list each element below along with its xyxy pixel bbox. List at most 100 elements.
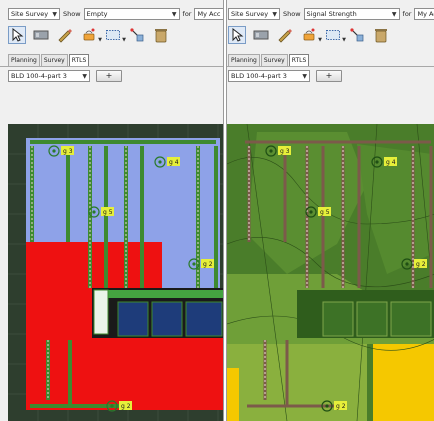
delete-tool-button[interactable]	[372, 26, 390, 44]
draw-tool-button[interactable]	[56, 26, 74, 44]
mode-select[interactable]: Site Survey ▼	[8, 8, 60, 20]
show-select[interactable]: Signal Strength ▼	[303, 8, 400, 20]
access-point-icon	[303, 28, 315, 41]
chevron-down-icon: ▼	[122, 37, 126, 43]
trash-icon	[375, 29, 387, 43]
access-point-label: g 4	[169, 159, 179, 166]
tab-survey[interactable]: Survey	[260, 54, 288, 66]
mode-select-value: Site Survey	[231, 10, 269, 18]
right-panel: Site Survey ▼ Show Signal Strength ▼ for…	[226, 0, 434, 421]
measure-tool-button[interactable]	[348, 26, 366, 44]
mode-select[interactable]: Site Survey ▼	[228, 8, 280, 20]
floor-map[interactable]: g 3 g 4 g 5 g 2 g 2	[8, 124, 223, 421]
floor-select-value: BLD 100-4-part 3	[231, 72, 287, 80]
tab-planning[interactable]: Planning	[8, 54, 40, 66]
chevron-down-icon: ▼	[272, 11, 277, 18]
access-point-label: g 4	[386, 159, 396, 166]
chevron-down-icon: ▼	[82, 73, 87, 80]
chevron-down-icon: ▼	[318, 37, 322, 43]
access-point-dot	[158, 160, 162, 164]
show-select-value: Empty	[86, 10, 108, 18]
access-point-label: g 3	[63, 148, 73, 155]
floor-controls: BLD 100-4-part 3 ▼ +	[228, 70, 342, 82]
access-point-label: g 2	[336, 403, 346, 410]
room-block	[322, 301, 354, 337]
corridor-strip	[108, 290, 223, 298]
delete-tool-button[interactable]	[152, 26, 170, 44]
chevron-down-icon: ▼	[342, 37, 346, 43]
room-block	[356, 301, 388, 337]
for-label: for	[402, 10, 412, 18]
access-point-dot	[309, 210, 313, 214]
access-point-tool-button[interactable]: ▼	[80, 26, 102, 44]
show-label: Show	[63, 10, 81, 18]
access-point-dot	[110, 404, 114, 408]
floor-select[interactable]: BLD 100-4-part 3 ▼	[228, 70, 310, 82]
rectangle-icon	[33, 30, 49, 40]
area-select-tool-button[interactable]: ▼	[324, 26, 346, 44]
dotted-rectangle-icon	[326, 30, 340, 40]
access-point-dot	[405, 262, 409, 266]
chevron-down-icon: ▼	[302, 73, 307, 80]
pencil-icon	[58, 29, 72, 43]
select-pointer-icon	[12, 28, 24, 42]
access-point-icon	[83, 28, 95, 41]
for-select[interactable]: My Acc	[194, 8, 223, 20]
access-point-label: g 2	[203, 261, 213, 268]
access-point-dot	[52, 149, 56, 153]
room-block	[390, 301, 432, 337]
show-select-value: Signal Strength	[306, 10, 357, 18]
tab-divider	[227, 66, 434, 67]
access-point-dot	[92, 210, 96, 214]
rectangle-icon	[253, 30, 269, 40]
measure-icon	[130, 28, 144, 42]
access-point-dot	[375, 160, 379, 164]
access-point-label: g 2	[121, 403, 131, 410]
access-point-label: g 2	[416, 261, 426, 268]
tab-survey[interactable]: Survey	[40, 54, 68, 66]
select-tool-button[interactable]	[8, 26, 26, 44]
chevron-down-icon: ▼	[391, 11, 397, 18]
show-select[interactable]: Empty ▼	[83, 8, 180, 20]
floor-controls: BLD 100-4-part 3 ▼ +	[8, 70, 122, 82]
for-label: for	[182, 10, 192, 18]
floor-select[interactable]: BLD 100-4-part 3 ▼	[8, 70, 90, 82]
signal-zone-poor	[373, 344, 434, 421]
add-floor-button[interactable]: +	[316, 70, 342, 82]
tool-bar: ▼ ▼	[8, 25, 170, 45]
access-point-label: g 3	[280, 148, 290, 155]
room-block	[185, 301, 223, 337]
tool-bar: ▼ ▼	[228, 25, 390, 45]
for-select-value: My Ac	[417, 10, 434, 18]
floor-plan-svg: g 3 g 4 g 5 g 2 g 2	[8, 124, 223, 421]
measure-icon	[350, 28, 364, 42]
pencil-icon	[278, 29, 292, 43]
add-floor-button[interactable]: +	[96, 70, 122, 82]
access-point-label: g 5	[103, 209, 113, 216]
tab-divider	[0, 66, 223, 67]
heatmap-svg: g 3 g 4 g 5 g 2 g 2	[227, 124, 434, 421]
trash-icon	[155, 29, 167, 43]
mode-tabs: Planning Survey RTLS	[228, 54, 310, 67]
room-block	[151, 301, 183, 337]
mode-tabs: Planning Survey RTLS	[8, 54, 90, 67]
access-point-tool-button[interactable]: ▼	[300, 26, 322, 44]
chevron-down-icon: ▼	[98, 37, 102, 43]
mode-select-value: Site Survey	[11, 10, 49, 18]
for-select[interactable]: My Ac	[414, 8, 434, 20]
area-select-tool-button[interactable]: ▼	[104, 26, 126, 44]
red-zone-middle	[26, 288, 92, 338]
rectangle-tool-button[interactable]	[252, 26, 270, 44]
rectangle-tool-button[interactable]	[32, 26, 50, 44]
for-select-value: My Acc	[197, 10, 221, 18]
tab-planning[interactable]: Planning	[228, 54, 260, 66]
select-tool-button[interactable]	[228, 26, 246, 44]
room-block	[117, 301, 149, 337]
view-controls: Site Survey ▼ Show Empty ▼ for My Acc	[8, 7, 223, 21]
draw-tool-button[interactable]	[276, 26, 294, 44]
access-point-dot	[269, 149, 273, 153]
signal-heatmap[interactable]: g 3 g 4 g 5 g 2 g 2	[227, 124, 434, 421]
view-controls: Site Survey ▼ Show Signal Strength ▼ for…	[228, 7, 434, 21]
measure-tool-button[interactable]	[128, 26, 146, 44]
access-point-dot	[325, 404, 329, 408]
